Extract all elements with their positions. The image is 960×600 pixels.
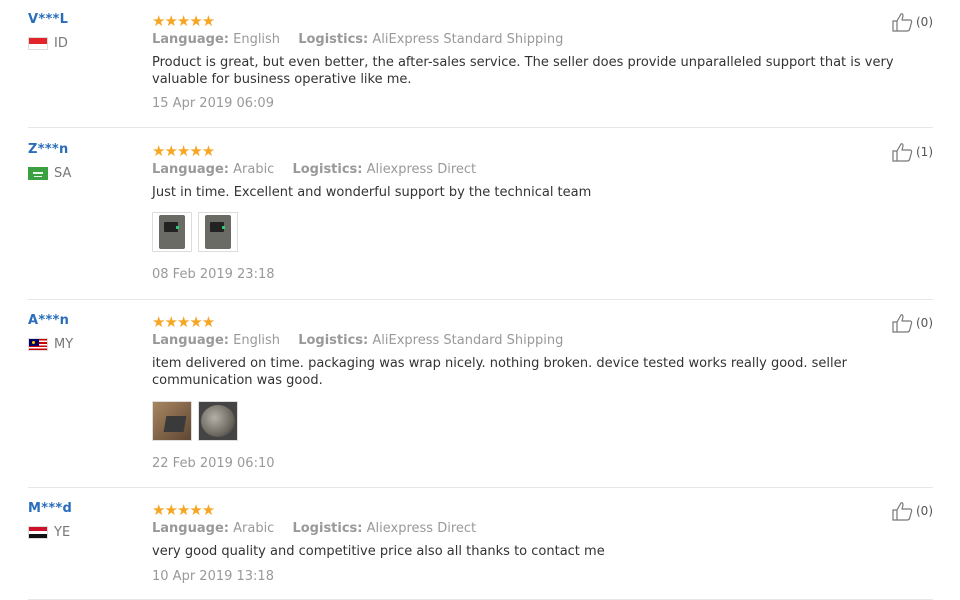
indonesia-flag-icon [28, 37, 48, 50]
like-button[interactable]: (0) [892, 501, 933, 521]
malaysia-flag-icon [28, 338, 48, 351]
review-date: 08 Feb 2019 23:18 [152, 267, 275, 282]
reviewer-country: MY [28, 337, 73, 352]
review-item: Z***n SA ★★★★★ Language: Arabic Logistic… [28, 140, 933, 300]
like-count: (0) [916, 15, 933, 29]
logistics-label: Logistics: [292, 162, 363, 177]
review-photo-thumbnail[interactable] [198, 401, 238, 441]
country-code: YE [54, 525, 71, 540]
review-photos [152, 401, 238, 441]
review-text: Just in time. Excellent and wonderful su… [152, 185, 592, 200]
yemen-flag-icon [28, 526, 48, 539]
review-item: A***n MY ★★★★★ Language: English Logisti… [28, 311, 933, 488]
language-label: Language: [152, 333, 229, 348]
reviewer-name[interactable]: A***n [28, 313, 69, 328]
language-label: Language: [152, 32, 229, 47]
review-date: 15 Apr 2019 06:09 [152, 96, 274, 111]
review-meta: Language: Arabic Logistics: Aliexpress D… [152, 521, 476, 536]
review-photo-thumbnail[interactable] [198, 212, 238, 252]
language-value: Arabic [233, 162, 275, 177]
reviewer-country: SA [28, 166, 71, 181]
review-photo-thumbnail[interactable] [152, 401, 192, 441]
language-value: English [233, 333, 281, 348]
logistics-label: Logistics: [292, 521, 363, 536]
star-rating: ★★★★★ [152, 142, 215, 160]
review-item: M***d YE ★★★★★ Language: Arabic Logistic… [28, 499, 933, 600]
like-count: (1) [916, 145, 933, 159]
country-code: ID [54, 36, 68, 51]
review-date: 10 Apr 2019 13:18 [152, 569, 274, 584]
like-button[interactable]: (1) [892, 142, 933, 162]
review-photos [152, 212, 238, 252]
review-meta: Language: English Logistics: AliExpress … [152, 32, 563, 47]
saudi-arabia-flag-icon [28, 167, 48, 180]
reviewer-name[interactable]: Z***n [28, 142, 69, 157]
reviewer-country: ID [28, 36, 68, 51]
star-rating: ★★★★★ [152, 501, 215, 519]
logistics-value: Aliexpress Direct [366, 521, 477, 536]
thumbs-up-icon [892, 502, 913, 521]
language-value: Arabic [233, 521, 275, 536]
logistics-value: Aliexpress Direct [366, 162, 477, 177]
language-label: Language: [152, 162, 229, 177]
logistics-value: AliExpress Standard Shipping [372, 333, 564, 348]
thumbs-up-icon [892, 143, 913, 162]
review-item: V***L ID ★★★★★ Language: English Logisti… [28, 10, 933, 128]
like-button[interactable]: (0) [892, 313, 933, 333]
thumbs-up-icon [892, 314, 913, 333]
review-meta: Language: Arabic Logistics: Aliexpress D… [152, 162, 476, 177]
like-count: (0) [916, 504, 933, 518]
review-text: Product is great, but even better, the a… [152, 55, 894, 87]
logistics-label: Logistics: [298, 32, 369, 47]
language-label: Language: [152, 521, 229, 536]
country-code: MY [54, 337, 74, 352]
review-date: 22 Feb 2019 06:10 [152, 456, 275, 471]
reviewer-country: YE [28, 525, 70, 540]
star-rating: ★★★★★ [152, 12, 215, 30]
like-count: (0) [916, 316, 933, 330]
reviewer-name[interactable]: M***d [28, 501, 72, 516]
language-value: English [233, 32, 281, 47]
review-meta: Language: English Logistics: AliExpress … [152, 333, 563, 348]
logistics-label: Logistics: [298, 333, 369, 348]
review-text: item delivered on time. packaging was wr… [152, 356, 847, 388]
reviewer-name[interactable]: V***L [28, 12, 68, 27]
review-text: very good quality and competitive price … [152, 544, 605, 559]
star-rating: ★★★★★ [152, 313, 215, 331]
logistics-value: AliExpress Standard Shipping [372, 32, 564, 47]
review-photo-thumbnail[interactable] [152, 212, 192, 252]
country-code: SA [54, 166, 72, 181]
thumbs-up-icon [892, 13, 913, 32]
like-button[interactable]: (0) [892, 12, 933, 32]
